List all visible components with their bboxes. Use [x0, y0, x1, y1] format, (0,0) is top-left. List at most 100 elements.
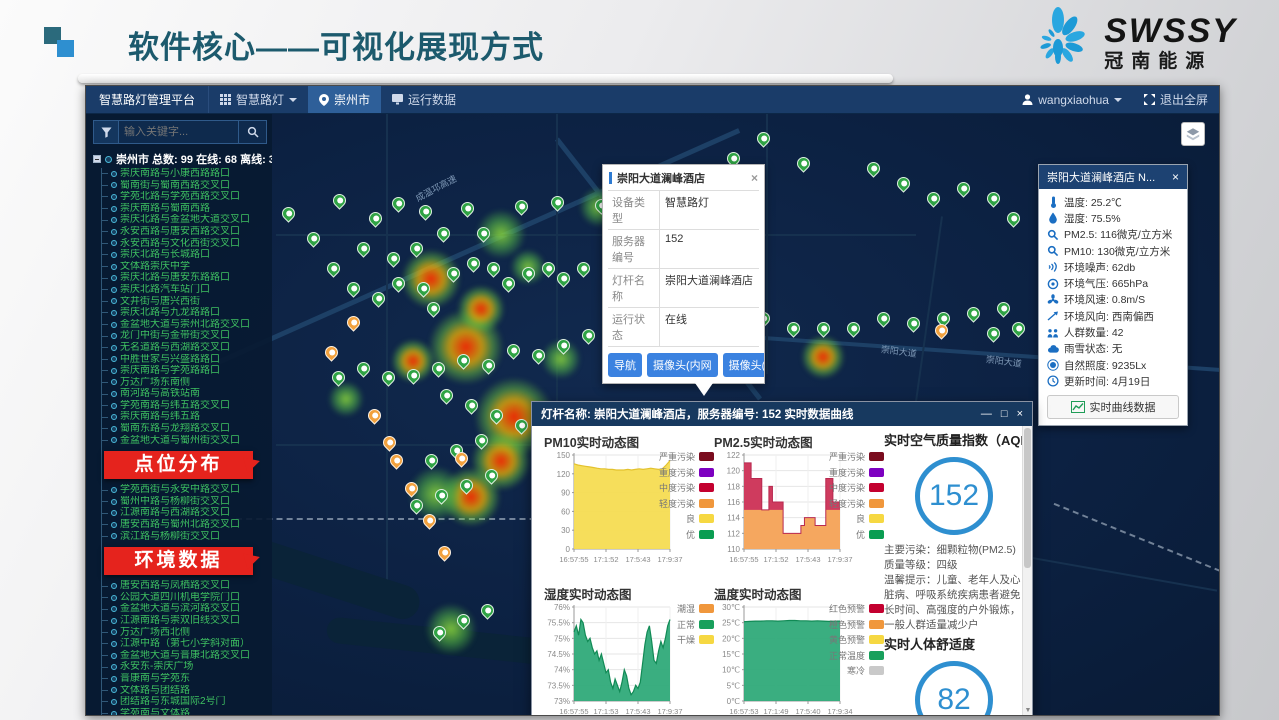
close-icon[interactable]: ×: [1017, 408, 1023, 420]
map-marker[interactable]: [1009, 319, 1027, 337]
sidebar-item[interactable]: 万达广场东南侧: [102, 377, 267, 389]
map-marker[interactable]: [984, 324, 1002, 342]
sidebar-item[interactable]: 江源南路与崇双旧线交叉口: [102, 615, 267, 627]
popup-action-button[interactable]: 摄像头(外网: [723, 353, 764, 377]
sidebar-item[interactable]: 崇庆北路与长城路口: [102, 249, 267, 261]
filter-button[interactable]: [93, 120, 119, 144]
map-marker[interactable]: [324, 259, 342, 277]
map-marker[interactable]: [434, 224, 452, 242]
exit-fullscreen-button[interactable]: 退出全屏: [1133, 86, 1219, 113]
sidebar-item[interactable]: 学苑南路与纬五路交叉口: [102, 400, 267, 412]
sidebar-item[interactable]: 滨江路与杨柳街交叉口: [102, 531, 267, 543]
map-marker[interactable]: [874, 309, 892, 327]
map-marker[interactable]: [389, 194, 407, 212]
sidebar-item[interactable]: 学苑北路与学苑西路交叉口: [102, 191, 267, 203]
map-marker[interactable]: [504, 341, 522, 359]
map-marker[interactable]: [366, 209, 384, 227]
sidebar-item[interactable]: 永安西路与唐安西路交叉口: [102, 226, 267, 238]
user-menu[interactable]: wangxiaohua: [1011, 86, 1133, 113]
map-marker[interactable]: [478, 601, 496, 619]
sidebar-item[interactable]: 崇庆南路与蜀南西路: [102, 203, 267, 215]
map-marker[interactable]: [464, 254, 482, 272]
map-marker[interactable]: [984, 189, 1002, 207]
map-marker[interactable]: [416, 202, 434, 220]
map-marker[interactable]: [484, 259, 502, 277]
scrollbar[interactable]: ▼: [1022, 426, 1032, 716]
map-marker[interactable]: [904, 314, 922, 332]
map-marker[interactable]: [304, 229, 322, 247]
sidebar-item[interactable]: 龙门中街与金带街交叉口: [102, 330, 267, 342]
map-marker[interactable]: [344, 313, 362, 331]
map-marker[interactable]: [932, 321, 950, 339]
sidebar-item[interactable]: 崇庆南路与小康西路路口: [102, 168, 267, 180]
sidebar-item[interactable]: 文体路崇庆中学: [102, 261, 267, 273]
map-marker[interactable]: [574, 259, 592, 277]
map-marker[interactable]: [354, 239, 372, 257]
search-input[interactable]: [119, 120, 239, 144]
minimize-icon[interactable]: —: [981, 408, 992, 420]
sidebar-item[interactable]: 文体路与团结路: [102, 685, 267, 697]
sidebar-item[interactable]: 蜀州中路与杨柳街交叉口: [102, 496, 267, 508]
map-marker[interactable]: [344, 279, 362, 297]
sidebar-item[interactable]: 崇庆南路与纬五路: [102, 411, 267, 423]
map-marker[interactable]: [387, 451, 405, 469]
map-marker[interactable]: [579, 326, 597, 344]
sidebar-item[interactable]: 南河路与高铁站南: [102, 388, 267, 400]
popup-action-button[interactable]: 导航: [608, 353, 642, 377]
sidebar-item[interactable]: 蜀南街与蜀南西路交叉口: [102, 180, 267, 192]
map-marker[interactable]: [435, 543, 453, 561]
map-marker[interactable]: [924, 189, 942, 207]
sidebar-item[interactable]: 崇庆北路与唐安东路路口: [102, 272, 267, 284]
sidebar-item[interactable]: 崇庆南路与学苑路路口: [102, 365, 267, 377]
map-marker[interactable]: [994, 299, 1012, 317]
nav-menu-smart-lamp[interactable]: 智慧路灯: [209, 86, 308, 113]
sidebar-item[interactable]: 晋康南与学苑东: [102, 673, 267, 685]
map-marker[interactable]: [964, 304, 982, 322]
scrollbar-thumb[interactable]: [1024, 428, 1031, 568]
realtime-curve-button[interactable]: 实时曲线数据: [1047, 395, 1179, 419]
map-marker[interactable]: [365, 406, 383, 424]
sidebar-item[interactable]: 文井街与唐兴西街: [102, 296, 267, 308]
map-layers-button[interactable]: [1181, 122, 1205, 146]
sidebar-item[interactable]: 学苑南与文体路: [102, 708, 267, 715]
sidebar-item[interactable]: 蜀南东路与龙翔路交叉口: [102, 423, 267, 435]
sidebar-item[interactable]: 唐安西路与蜀州北路交叉口: [102, 519, 267, 531]
map-marker[interactable]: [954, 179, 972, 197]
sidebar-item[interactable]: 金盆地大道与晋康北路交叉口: [102, 650, 267, 662]
tree-root-node[interactable]: 崇州市 总数: 99 在线: 68 离线: 31: [93, 151, 267, 167]
sidebar-item[interactable]: 崇庆北路汽车站门口: [102, 284, 267, 296]
map-marker[interactable]: [279, 204, 297, 222]
map-marker[interactable]: [354, 359, 372, 377]
sidebar-item[interactable]: 永安东-崇庆广场: [102, 661, 267, 673]
map-marker[interactable]: [864, 159, 882, 177]
sidebar-item[interactable]: 中胜世家与兴盛路路口: [102, 354, 267, 366]
close-icon[interactable]: ×: [751, 172, 758, 184]
map-marker[interactable]: [794, 154, 812, 172]
map-marker[interactable]: [784, 319, 802, 337]
scroll-down-arrow[interactable]: ▼: [1023, 706, 1032, 716]
map-marker[interactable]: [844, 319, 862, 337]
map-marker[interactable]: [754, 129, 772, 147]
map-marker[interactable]: [330, 191, 348, 209]
sidebar-item[interactable]: 金盆地大道与滨河路交叉口: [102, 603, 267, 615]
sidebar-item[interactable]: 江源中路（第七小学斜对面）: [102, 638, 267, 650]
sidebar-item[interactable]: 公园大道四川机电学院门口: [102, 592, 267, 604]
sidebar-item[interactable]: 金盆地大道与蜀州街交叉口: [102, 435, 267, 447]
nav-tab-city[interactable]: 崇州市: [308, 86, 381, 113]
map-marker[interactable]: [458, 199, 476, 217]
sidebar-item[interactable]: 江源南路与西湖路交叉口: [102, 507, 267, 519]
restore-icon[interactable]: □: [1001, 408, 1008, 420]
map-marker[interactable]: [437, 386, 455, 404]
search-button[interactable]: [239, 120, 267, 144]
collapse-icon[interactable]: [93, 155, 101, 163]
sidebar-item[interactable]: 崇庆北路与金盆地大道交叉口: [102, 214, 267, 226]
map-marker[interactable]: [322, 343, 340, 361]
map-marker[interactable]: [894, 174, 912, 192]
sidebar-item[interactable]: 唐安西路与凤栖路交叉口: [102, 580, 267, 592]
nav-menu-run-data[interactable]: 运行数据: [381, 86, 467, 113]
sidebar-item[interactable]: 崇庆北路与九龙路路口: [102, 307, 267, 319]
map-marker[interactable]: [1004, 209, 1022, 227]
sidebar-item[interactable]: 万达广场西北侧: [102, 627, 267, 639]
sidebar-item[interactable]: 学苑西街与永安中路交叉口: [102, 484, 267, 496]
sidebar-item[interactable]: 团结路与东城国际2号门: [102, 696, 267, 708]
